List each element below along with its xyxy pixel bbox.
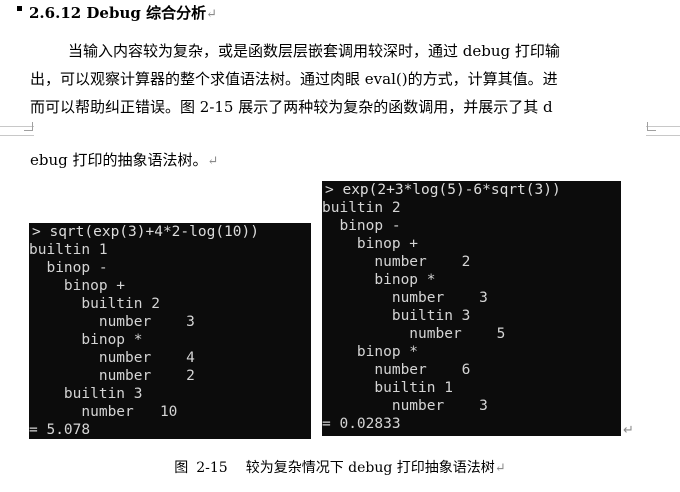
figure-caption-number: 2-15 <box>196 460 228 476</box>
paragraph-line-2: 出，可以观察计算器的整个求值语法树。通过肉眼 eval()的方式，计算其值。进 <box>30 70 558 88</box>
section-heading-text: 2.6.12 Debug 综合分析 <box>29 4 207 22</box>
paragraph-line-4-text: ebug 打印的抽象语法树。 <box>30 151 208 169</box>
console-output-line: binop * <box>29 332 143 348</box>
console-output-line: binop + <box>29 278 126 294</box>
console-output-line: binop * <box>322 272 436 288</box>
figure-caption: 图 2-15 较为复杂情况下 debug 打印抽象语法树↵ <box>0 458 680 479</box>
paragraph-mark-icon: ↵ <box>623 423 634 438</box>
console-output-line: binop + <box>322 236 419 252</box>
console-output-line: builtin 2 <box>322 200 401 216</box>
console-output-line: number 2 <box>322 254 471 270</box>
console-output-line: number 3 <box>29 314 195 330</box>
console-output-line: number 6 <box>322 362 471 378</box>
section-heading: 2.6.12 Debug 综合分析↵ <box>29 2 217 26</box>
console-output-line: number 3 <box>322 398 488 414</box>
console-screenshot-right: > exp(2+3*log(5)-6*sqrt(3)) builtin 2 bi… <box>322 181 621 436</box>
console-output-line: builtin 1 <box>29 242 108 258</box>
console-output-line: builtin 1 <box>322 380 453 396</box>
console-output-line: number 5 <box>322 326 506 342</box>
paragraph-line-3: 而可以帮助纠正错误。图 2-15 展示了两种较为复杂的函数调用，并展示了其 d <box>30 98 553 116</box>
console-output-line: number 2 <box>29 368 195 384</box>
page-break-separator <box>0 122 680 140</box>
console-output-line: number 10 <box>29 404 178 420</box>
paragraph-mark-icon: ↵ <box>207 154 219 169</box>
paragraph-mark-icon: ↵ <box>494 461 506 476</box>
console-output-line: binop - <box>29 260 108 276</box>
figure-caption-text: 较为复杂情况下 debug 打印抽象语法树 <box>245 460 495 476</box>
paragraph-mark-icon: ↵ <box>206 7 217 22</box>
console-output-line: number 4 <box>29 350 195 366</box>
margin-corner-mark <box>647 122 656 131</box>
console-output-line: number 3 <box>322 290 488 306</box>
console-output-line: builtin 3 <box>29 386 143 402</box>
console-result-line: = 5.078 <box>29 422 91 438</box>
margin-corner-mark <box>24 122 33 131</box>
page-gap <box>34 126 646 136</box>
paragraph-line-1: 当输入内容较为复杂，或是函数层层嵌套调用较深时，通过 debug 打印输 <box>68 42 560 60</box>
console-output-line: binop - <box>322 218 401 234</box>
console-prompt-line: > sqrt(exp(3)+4*2-log(10)) <box>32 224 259 240</box>
console-output-line: builtin 3 <box>322 308 471 324</box>
console-prompt-line: > exp(2+3*log(5)-6*sqrt(3)) <box>325 182 561 198</box>
paragraph-line-4: ebug 打印的抽象语法树。↵ <box>30 146 652 176</box>
heading-bullet-marker <box>17 6 22 11</box>
console-output-line: binop * <box>322 344 419 360</box>
console-result-line: = 0.02833 <box>322 416 401 432</box>
console-output-line: builtin 2 <box>29 296 160 312</box>
figure-caption-label: 图 <box>174 460 189 476</box>
console-screenshot-left: > sqrt(exp(3)+4*2-log(10)) builtin 1 bin… <box>29 223 311 439</box>
